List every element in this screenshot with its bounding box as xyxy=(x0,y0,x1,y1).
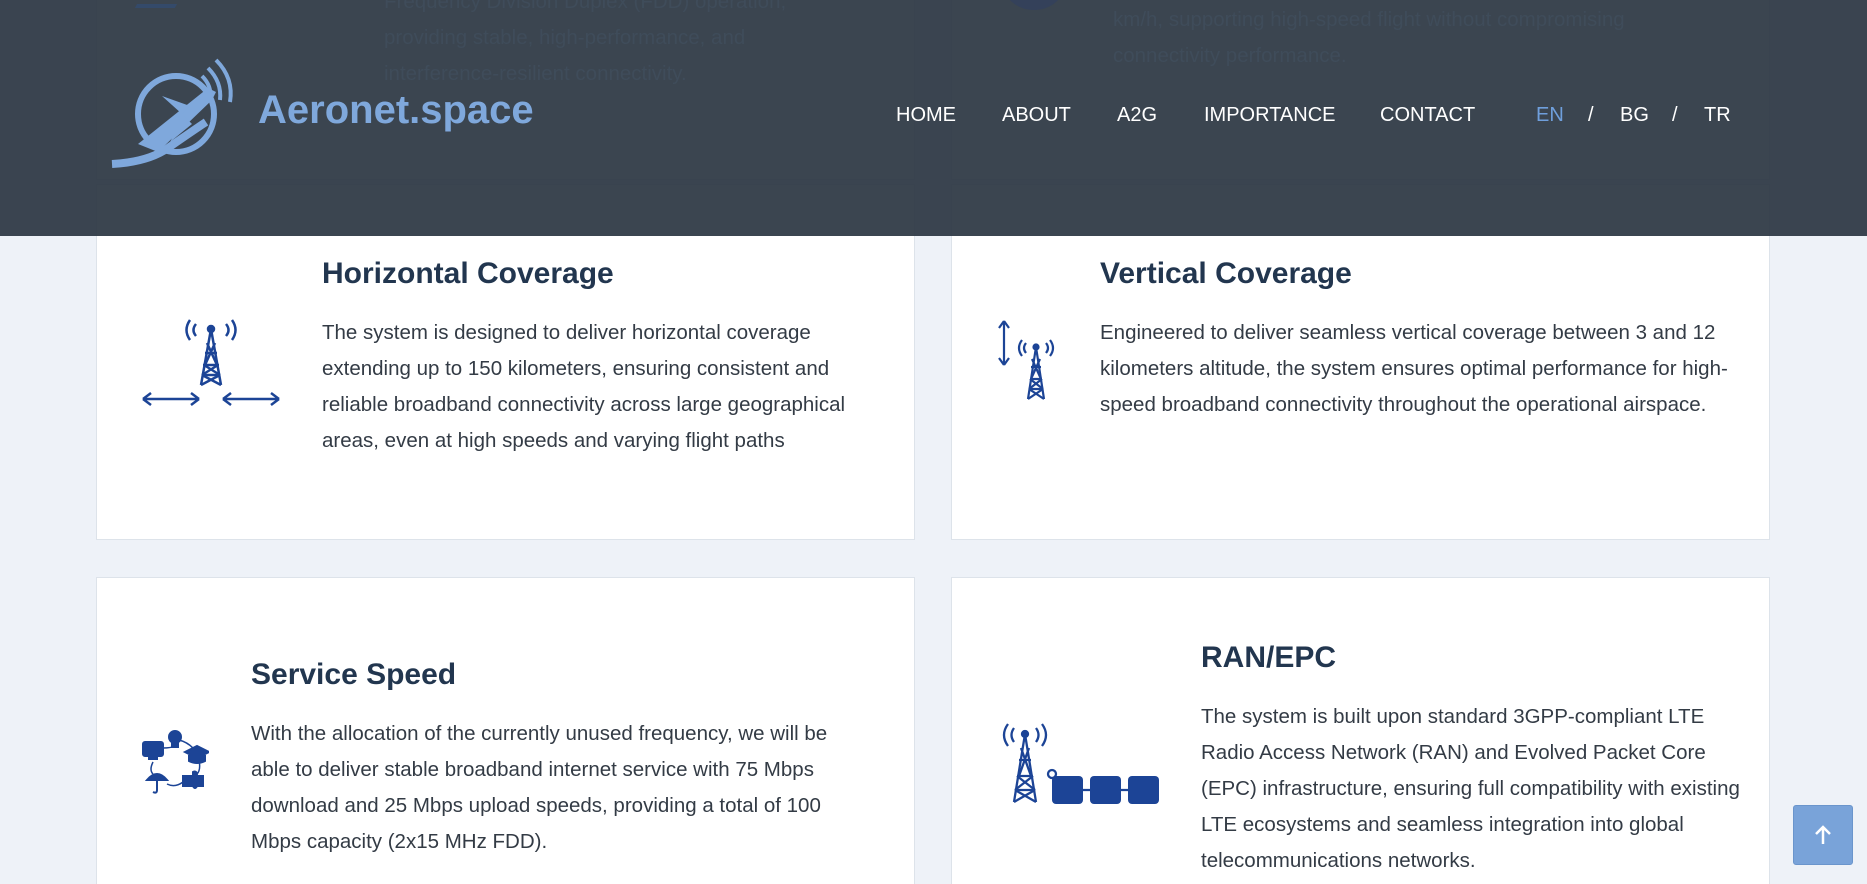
lang-en[interactable]: EN xyxy=(1536,104,1564,127)
lang-bg[interactable]: BG xyxy=(1620,104,1649,127)
lang-separator: / xyxy=(1672,104,1678,126)
card-title: RAN/EPC xyxy=(1201,641,1337,674)
card-text: The system is designed to deliver horizo… xyxy=(322,321,846,452)
card-text: The system is built upon standard 3GPP-c… xyxy=(1201,705,1740,872)
card-title: Service Speed xyxy=(251,658,457,691)
card-text: With the allocation of the currently unu… xyxy=(251,722,828,853)
nav-about[interactable]: ABOUT xyxy=(1002,104,1071,127)
card-title: Vertical Coverage xyxy=(1100,257,1352,290)
nav-a2g[interactable]: A2G xyxy=(1117,104,1157,127)
nav-importance[interactable]: IMPORTANCE xyxy=(1204,104,1336,127)
scroll-to-top-button[interactable] xyxy=(1793,805,1853,865)
nav-contact[interactable]: CONTACT xyxy=(1380,104,1475,127)
behind-header-line: interference-resilient connectivity. xyxy=(384,62,687,85)
behind-header-line: connectivity performance. xyxy=(1113,44,1347,67)
behind-header-line: Frequency Division Duplex (FDD) operatio… xyxy=(384,0,787,13)
arrow-up-icon xyxy=(1815,825,1831,844)
behind-header-line: km/h, supporting high-speed flight witho… xyxy=(1113,8,1625,31)
lang-tr[interactable]: TR xyxy=(1704,104,1731,127)
service-speed-icon xyxy=(142,730,209,794)
aeronet-logo-icon[interactable] xyxy=(108,52,258,172)
card-title: Horizontal Coverage xyxy=(322,257,614,290)
feature-card-service-speed: Service Speed With the allocation of the… xyxy=(96,577,915,884)
feature-card-ran-epc: RAN/EPC The system is built upon standar… xyxy=(951,577,1770,884)
behind-header-text-right: km/h, supporting high-speed flight witho… xyxy=(1113,2,1625,74)
horizontal-coverage-tower-icon xyxy=(142,319,280,406)
feature-card-horizontal-coverage: Horizontal Coverage The system is design… xyxy=(96,184,915,540)
nav-home[interactable]: HOME xyxy=(896,104,956,127)
lang-separator: / xyxy=(1588,104,1594,126)
ran-epc-network-icon xyxy=(1002,723,1159,804)
behind-header-text-left: Frequency Division Duplex (FDD) operatio… xyxy=(384,0,786,92)
card-text: Engineered to deliver seamless vertical … xyxy=(1100,321,1728,416)
feature-card-vertical-coverage: Vertical Coverage Engineered to deliver … xyxy=(951,184,1770,540)
behind-header-line: providing stable, high-performance, and xyxy=(384,26,746,49)
logo-text[interactable]: Aeronet.space xyxy=(258,88,534,133)
vertical-coverage-tower-icon xyxy=(998,320,1055,400)
